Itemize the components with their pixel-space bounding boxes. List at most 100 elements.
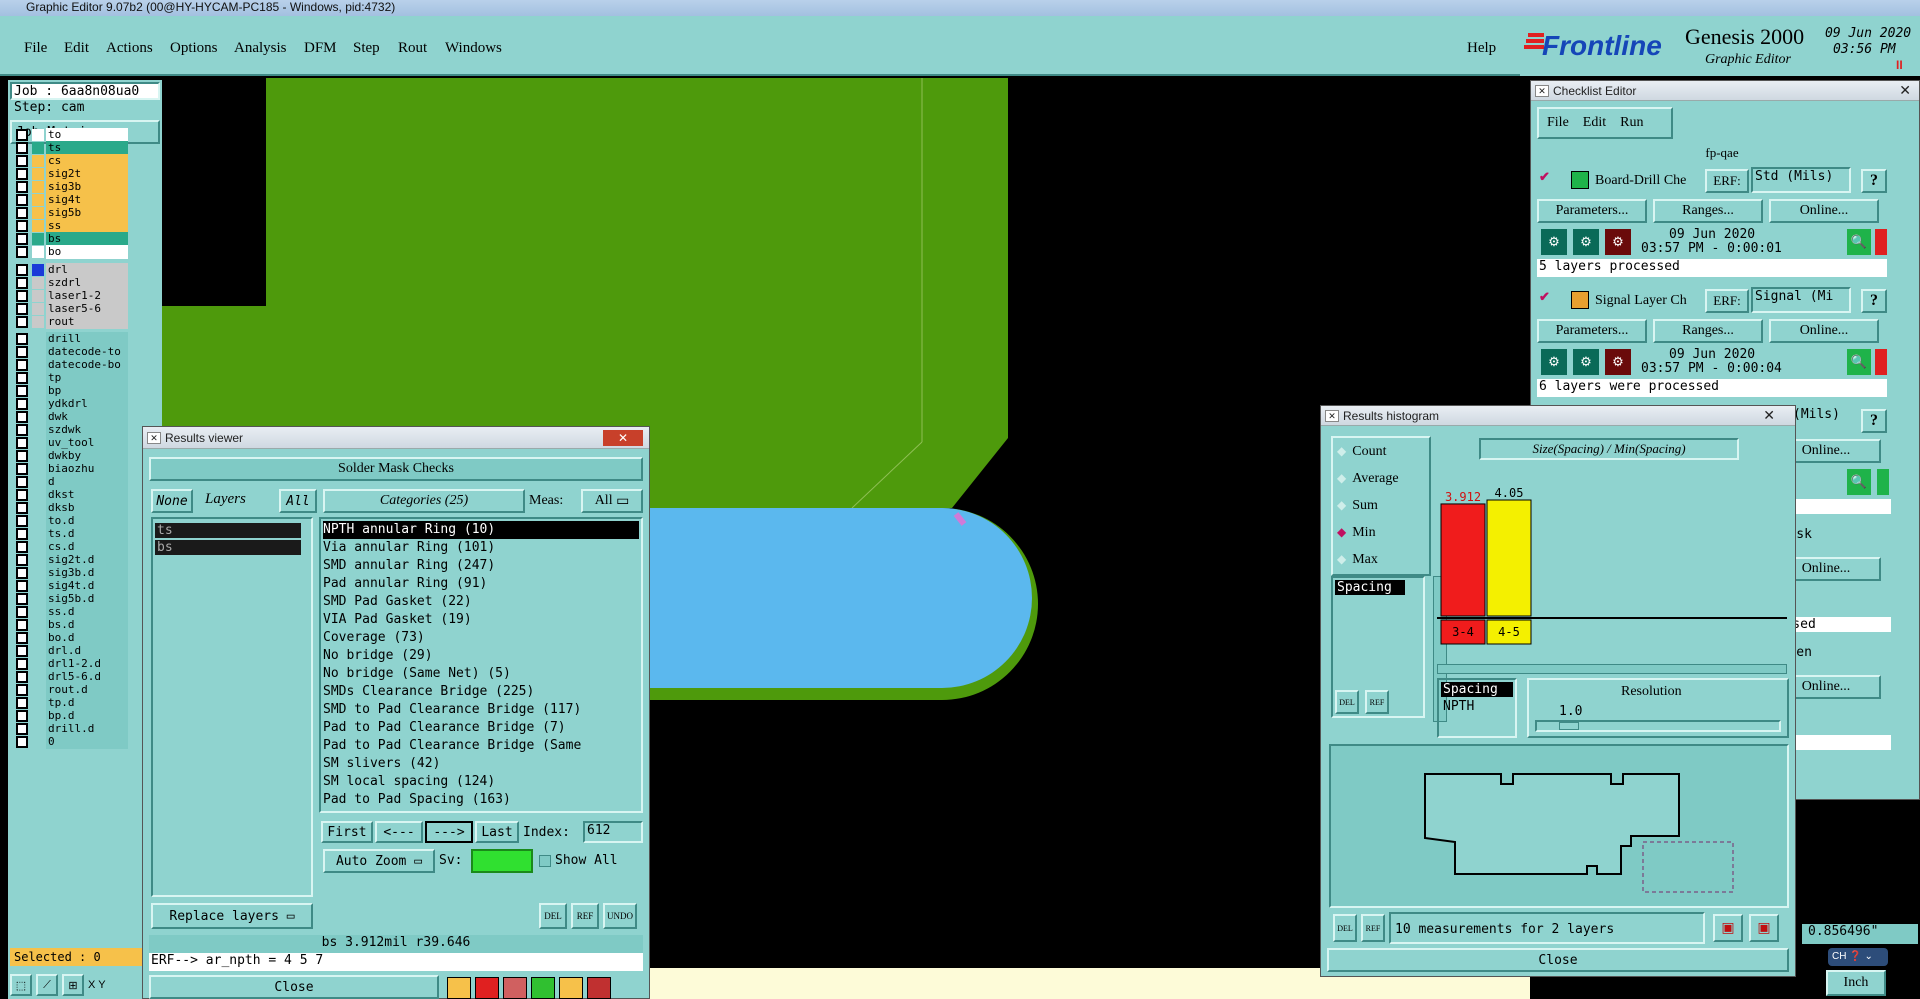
category-item[interactable]: SM local spacing (124) <box>323 773 639 791</box>
layer-row[interactable]: drl.d <box>16 644 128 658</box>
layer-checkbox[interactable] <box>16 606 28 618</box>
layer-name[interactable]: datecode-to <box>46 345 128 359</box>
grid-tool-icon[interactable]: ⊞ <box>62 974 84 996</box>
layer-checkbox[interactable] <box>16 658 28 670</box>
layer-checkbox[interactable] <box>16 684 28 696</box>
layer-name[interactable]: biaozhu <box>46 462 128 476</box>
layer-checkbox[interactable] <box>16 632 28 644</box>
help-button[interactable]: ? <box>1861 169 1887 193</box>
layer-checkbox[interactable] <box>16 398 28 410</box>
ref-icon[interactable]: REF <box>1361 914 1385 942</box>
chart-scrollbar[interactable] <box>1437 664 1787 674</box>
layer-row[interactable]: 0 <box>16 735 128 749</box>
layer-checkbox[interactable] <box>16 554 28 566</box>
layer-checkbox[interactable] <box>16 515 28 527</box>
layer-row[interactable]: dwk <box>16 410 128 424</box>
layer-row[interactable]: sig4t <box>16 193 128 207</box>
help-button[interactable]: ? <box>1861 289 1887 313</box>
list-item[interactable]: Spacing <box>1335 580 1405 595</box>
layer-checkbox[interactable] <box>16 710 28 722</box>
units-dropdown[interactable]: Inch <box>1826 970 1886 996</box>
layer-checkbox[interactable] <box>16 580 28 592</box>
radio-icon[interactable]: ◆ <box>1337 525 1346 540</box>
ref-icon[interactable]: REF <box>571 903 599 929</box>
toolbar-icon-1[interactable] <box>447 977 471 999</box>
toolbar-icon-3[interactable] <box>503 977 527 999</box>
layer-name[interactable]: drl.d <box>46 644 128 658</box>
layer-name[interactable]: sig4t <box>46 193 128 207</box>
spacing-list[interactable]: Spacing NPTH <box>1437 678 1517 738</box>
run-all-icon[interactable]: ⚙ <box>1573 349 1599 375</box>
layer-row[interactable]: laser1-2 <box>16 289 128 303</box>
check-name[interactable]: Board-Drill Che <box>1595 173 1686 189</box>
layer-row[interactable]: drl1-2.d <box>16 657 128 671</box>
layer-checkbox[interactable] <box>16 207 28 219</box>
list-item[interactable]: ts <box>155 523 301 538</box>
menu-dfm[interactable]: DFM <box>304 40 337 57</box>
close-icon[interactable]: ✕ <box>1763 407 1775 424</box>
layer-row[interactable]: cs.d <box>16 540 128 554</box>
layer-row[interactable]: rout <box>16 315 128 329</box>
list-item[interactable]: Spacing <box>1441 682 1513 697</box>
prev-button[interactable]: <--- <box>375 821 423 843</box>
category-item[interactable]: Via annular Ring (101) <box>323 539 639 557</box>
checklist-menu-file[interactable]: File <box>1547 115 1569 131</box>
layer-checkbox[interactable] <box>16 194 28 206</box>
layer-checkbox[interactable] <box>16 671 28 683</box>
layer-name[interactable]: laser5-6 <box>46 302 128 316</box>
layer-row[interactable]: bs.d <box>16 618 128 632</box>
category-item[interactable]: SMD to Pad Clearance Bridge (117) <box>323 701 639 719</box>
layer-row[interactable]: bo <box>16 245 128 259</box>
layer-name[interactable]: drl1-2.d <box>46 657 128 671</box>
layer-row[interactable]: ss.d <box>16 605 128 619</box>
layer-name[interactable]: sig4t.d <box>46 579 128 593</box>
export-icon[interactable]: ▣ <box>1713 914 1743 942</box>
category-item[interactable]: Pad to Pad Spacing (163) <box>323 791 639 809</box>
layer-row[interactable]: drill.d <box>16 722 128 736</box>
layer-checkbox[interactable] <box>16 502 28 514</box>
category-item[interactable]: VIA Pad Gasket (19) <box>323 611 639 629</box>
layer-name[interactable]: tp.d <box>46 696 128 710</box>
layer-name[interactable]: ss <box>46 219 128 233</box>
stat-option-average[interactable]: ◆ Average <box>1333 465 1429 492</box>
layer-row[interactable]: ydkdrl <box>16 397 128 411</box>
stat-option-count[interactable]: ◆ Count <box>1333 438 1429 465</box>
layer-name[interactable]: drill <box>46 332 128 346</box>
layer-name[interactable]: bp.d <box>46 709 128 723</box>
list-item[interactable]: bs <box>155 540 301 555</box>
toolbar-icon-6[interactable] <box>587 977 611 999</box>
layer-row[interactable]: drl <box>16 263 128 277</box>
layers-list[interactable]: ts bs <box>151 517 313 897</box>
layer-name[interactable]: rout.d <box>46 683 128 697</box>
category-item[interactable]: No bridge (Same Net) (5) <box>323 665 639 683</box>
online-button[interactable]: Online... <box>1769 319 1879 343</box>
layer-row[interactable]: datecode-bo <box>16 358 128 372</box>
checklist-menu-edit[interactable]: Edit <box>1583 115 1606 131</box>
layer-name[interactable]: sig2t <box>46 167 128 181</box>
menu-windows[interactable]: Windows <box>445 40 502 57</box>
show-all-checkbox[interactable] <box>539 855 551 867</box>
category-item[interactable]: NPTH annular Ring (10) <box>323 521 639 539</box>
layer-name[interactable]: dwk <box>46 410 128 424</box>
menu-analysis[interactable]: Analysis <box>234 40 287 57</box>
layer-row[interactable]: tp <box>16 371 128 385</box>
check-mark-icon[interactable]: ✔ <box>1539 289 1550 305</box>
layer-checkbox[interactable] <box>16 246 28 258</box>
layer-name[interactable]: bs <box>46 232 128 246</box>
zoom-icon[interactable]: 🔍 <box>1847 349 1871 375</box>
layer-checkbox[interactable] <box>16 264 28 276</box>
categories-button[interactable]: Categories (25) <box>323 489 525 513</box>
layer-checkbox[interactable] <box>16 220 28 232</box>
layer-row[interactable]: sig2t.d <box>16 553 128 567</box>
layer-checkbox[interactable] <box>16 372 28 384</box>
layer-row[interactable]: sig5b <box>16 206 128 220</box>
close-button[interactable]: Close <box>149 975 439 999</box>
last-button[interactable]: Last <box>475 821 519 843</box>
close-icon[interactable]: ✕ <box>1899 82 1911 99</box>
layer-name[interactable]: tp <box>46 371 128 385</box>
layer-name[interactable]: sig2t.d <box>46 553 128 567</box>
erf-button[interactable]: ERF: <box>1705 169 1749 193</box>
radio-icon[interactable]: ◆ <box>1337 444 1346 459</box>
del-icon[interactable]: DEL <box>1335 690 1359 714</box>
close-icon[interactable]: ✕ <box>603 429 643 446</box>
